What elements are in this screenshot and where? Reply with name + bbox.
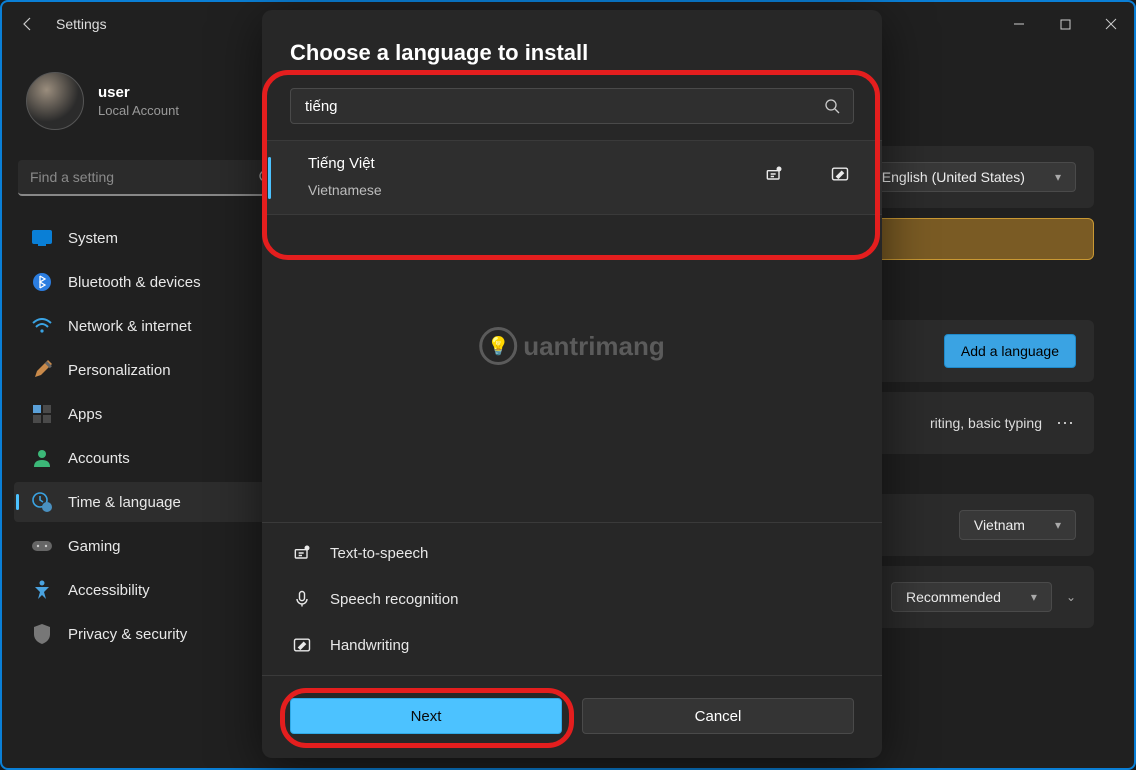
nav-label: System: [68, 230, 118, 247]
nav-label: Bluetooth & devices: [68, 274, 201, 291]
accessibility-icon: [32, 580, 52, 600]
feature-tts: Text-to-speech: [292, 543, 530, 563]
nav-label: Accounts: [68, 450, 130, 467]
handwriting-icon: [292, 635, 312, 655]
maximize-button[interactable]: [1042, 2, 1088, 46]
display-language-select[interactable]: English (United States) ▾: [867, 162, 1076, 192]
feature-legend: Text-to-speech Speech recognition Handwr…: [262, 522, 882, 675]
apps-icon: [32, 404, 52, 424]
feature-speech: Speech recognition: [292, 589, 530, 609]
gamepad-icon: [32, 536, 52, 556]
watermark: 💡 uantrimang: [479, 327, 665, 365]
lightbulb-icon: 💡: [479, 327, 517, 365]
user-account-type: Local Account: [98, 103, 179, 118]
back-button[interactable]: [18, 14, 38, 34]
chevron-down-icon: ▾: [1055, 170, 1061, 184]
microphone-icon: [292, 589, 312, 609]
close-button[interactable]: [1088, 2, 1134, 46]
sidebar-item-accessibility[interactable]: Accessibility: [14, 570, 290, 610]
sidebar-item-system[interactable]: System: [14, 218, 290, 258]
sidebar-item-apps[interactable]: Apps: [14, 394, 290, 434]
language-english-name: Vietnamese: [308, 182, 382, 198]
person-icon: [32, 448, 52, 468]
display-icon: [32, 228, 52, 248]
text-to-speech-icon: [764, 164, 784, 189]
sidebar-item-network[interactable]: Network & internet: [14, 306, 290, 346]
language-feature-list: writing, basic typing: [920, 415, 1042, 431]
sidebar-search-input[interactable]: [18, 160, 286, 196]
nav-label: Accessibility: [68, 582, 150, 599]
language-result-row[interactable]: Tiếng Việt Vietnamese: [262, 141, 882, 214]
feature-handwriting: Handwriting: [292, 635, 530, 655]
chevron-down-icon: ▾: [1031, 590, 1037, 604]
nav-label: Apps: [68, 406, 102, 423]
user-block[interactable]: user Local Account: [10, 54, 294, 154]
country-select[interactable]: Vietnam ▾: [959, 510, 1076, 540]
cancel-button[interactable]: Cancel: [582, 698, 854, 734]
sidebar: user Local Account System Bluetooth & de…: [2, 46, 302, 768]
wifi-icon: [32, 316, 52, 336]
sidebar-item-privacy[interactable]: Privacy & security: [14, 614, 290, 654]
sidebar-item-personalization[interactable]: Personalization: [14, 350, 290, 390]
language-search-input[interactable]: [290, 88, 854, 124]
sidebar-item-bluetooth[interactable]: Bluetooth & devices: [14, 262, 290, 302]
chevron-down-icon: ⌄: [1066, 590, 1076, 604]
dialog-title: Choose a language to install: [262, 10, 882, 88]
brush-icon: [32, 360, 52, 380]
nav-label: Time & language: [68, 494, 181, 511]
nav-label: Network & internet: [68, 318, 191, 335]
nav-label: Privacy & security: [68, 626, 187, 643]
add-language-button[interactable]: Add a language: [944, 334, 1076, 368]
shield-icon: [32, 624, 52, 644]
language-native-name: Tiếng Việt: [308, 155, 382, 172]
minimize-button[interactable]: [996, 2, 1042, 46]
sidebar-item-time-language[interactable]: Time & language: [14, 482, 290, 522]
more-button[interactable]: ⋯: [1056, 413, 1076, 434]
avatar: [26, 72, 84, 130]
next-button[interactable]: Next: [290, 698, 562, 734]
user-name: user: [98, 84, 179, 101]
handwriting-icon: [830, 164, 850, 189]
nav-label: Gaming: [68, 538, 121, 555]
sidebar-item-accounts[interactable]: Accounts: [14, 438, 290, 478]
chevron-down-icon: ▾: [1055, 518, 1061, 532]
choose-language-dialog: Choose a language to install Tiếng Việt …: [262, 10, 882, 758]
clock-globe-icon: [32, 492, 52, 512]
nav-label: Personalization: [68, 362, 171, 379]
bluetooth-icon: [32, 272, 52, 292]
sidebar-item-gaming[interactable]: Gaming: [14, 526, 290, 566]
search-icon: [824, 98, 840, 119]
text-to-speech-icon: [292, 543, 312, 563]
regional-format-select[interactable]: Recommended ▾: [891, 582, 1052, 612]
